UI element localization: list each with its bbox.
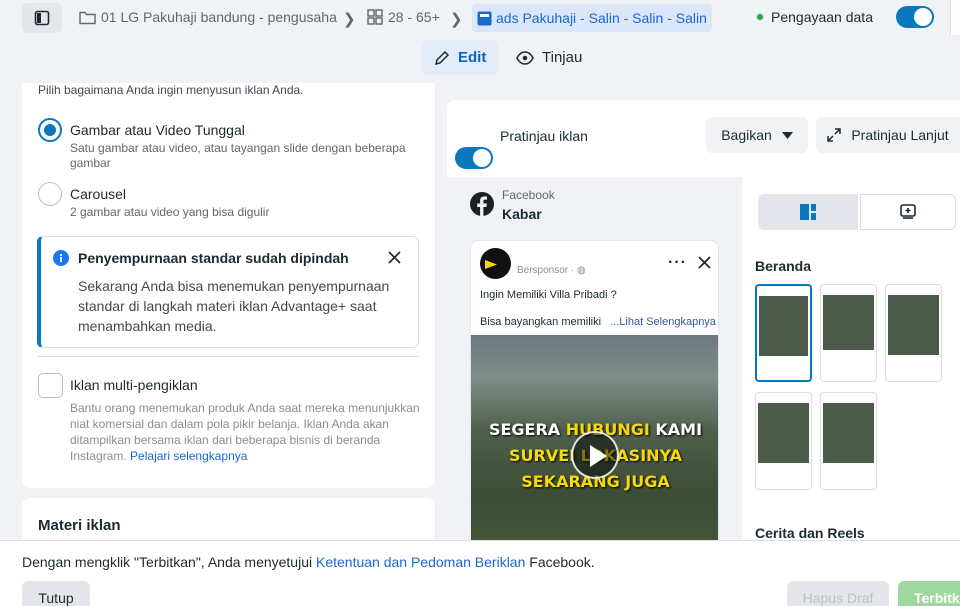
chevron-right-icon: ❯ <box>450 11 463 28</box>
breadcrumb-campaign-label: 01 LG Pakuhaji bandung - pengusaha <box>101 9 337 25</box>
placement-thumbnail[interactable] <box>885 284 942 382</box>
tab-review-label: Tinjau <box>542 49 583 66</box>
more-options-icon[interactable]: ··· <box>668 254 687 272</box>
placement-thumbnail[interactable] <box>820 392 877 490</box>
breadcrumb-ad[interactable]: ads Pakuhaji - Salin - Salin - Salin <box>472 4 712 32</box>
share-button[interactable]: Bagikan <box>706 117 808 153</box>
feeds-section-title: Beranda <box>755 258 812 274</box>
terms-text: Dengan mengklik "Terbitkan", Anda menyet… <box>22 554 595 570</box>
terms-link[interactable]: Ketentuan dan Pedoman Beriklan <box>316 554 525 570</box>
close-icon[interactable] <box>387 250 402 265</box>
advanced-preview-button[interactable]: Pratinjau Lanjut <box>816 117 960 153</box>
preview-toggle[interactable] <box>455 147 493 169</box>
advanced-preview-label: Pratinjau Lanjut <box>851 127 949 143</box>
platform-label: Facebook <box>502 188 555 202</box>
notice-title: Penyempurnaan standar sudah dipindah <box>78 250 349 266</box>
option-carousel-desc: 2 gambar atau video yang bisa digulir <box>70 205 270 219</box>
play-icon[interactable] <box>571 431 619 479</box>
multi-advertiser-desc-block: Bantu orang menemukan produk Anda saat m… <box>70 400 425 464</box>
placement-thumbnail[interactable] <box>755 284 812 382</box>
pencil-icon <box>434 50 450 66</box>
ad-active-toggle[interactable] <box>896 6 934 28</box>
radio-single-image[interactable] <box>38 118 62 142</box>
learn-more-link[interactable]: Pelajari selengkapnya <box>130 449 247 463</box>
folder-icon <box>79 10 96 25</box>
divider <box>38 356 419 357</box>
multi-advertiser-title: Iklan multi-pengiklan <box>70 377 198 393</box>
caret-down-icon <box>781 131 793 139</box>
globe-icon: ◍ <box>577 265 586 276</box>
tab-edit[interactable]: Edit <box>422 40 499 75</box>
multi-advertiser-checkbox[interactable] <box>38 373 63 398</box>
post-body: Bisa bayangkan memiliki ...Lihat Selengk… <box>480 316 716 328</box>
stories-reels-section-title: Cerita dan Reels <box>755 525 865 541</box>
tab-edit-label: Edit <box>458 49 487 66</box>
sidebar-toggle-button[interactable] <box>22 3 62 33</box>
grid-icon <box>367 9 383 25</box>
placement-thumbnail[interactable] <box>820 284 877 382</box>
placement-thumbnail[interactable] <box>755 392 812 490</box>
format-intro-text: Pilih bagaimana Anda ingin menyusun ikla… <box>38 83 304 97</box>
stories-view-button[interactable] <box>860 194 956 230</box>
breadcrumb-campaign[interactable]: 01 LG Pakuhaji bandung - pengusaha <box>79 9 337 25</box>
page-avatar <box>480 248 511 279</box>
stories-icon <box>899 204 917 220</box>
breadcrumb-adset[interactable]: 28 - 65+ <box>367 9 440 25</box>
creative-section-title: Materi iklan <box>38 517 121 534</box>
delete-draft-button[interactable]: Hapus Draf <box>787 581 889 606</box>
eye-icon <box>516 50 534 65</box>
status-dot-icon <box>756 13 764 21</box>
sidebar-panel-icon <box>34 10 50 26</box>
radio-carousel[interactable] <box>38 182 62 206</box>
breadcrumb-adset-label: 28 - 65+ <box>388 9 440 25</box>
sponsored-label: Bersponsor · ◍ <box>517 265 586 276</box>
option-single-desc: Satu gambar atau video, atau tayangan sl… <box>70 141 406 170</box>
post-headline: Ingin Memiliki Villa Pribadi ? <box>480 289 617 301</box>
preview-toggle-label: Pratinjau iklan <box>500 128 588 144</box>
ad-icon <box>477 11 492 26</box>
info-icon <box>53 250 69 266</box>
feed-view-button[interactable] <box>758 194 858 230</box>
expand-icon <box>827 128 842 142</box>
layout-icon <box>800 204 816 220</box>
notice-body: Sekarang Anda bisa menemukan penyempurna… <box>78 278 390 334</box>
publish-button[interactable]: Terbitkan <box>898 581 960 606</box>
option-carousel-title: Carousel <box>70 186 127 202</box>
ad-post-preview: Bersponsor · ◍ ··· Ingin Memiliki Villa … <box>470 240 719 550</box>
chevron-right-icon: ❯ <box>343 11 356 28</box>
data-enrichment-status: Pengayaan data <box>756 9 873 25</box>
right-edge-panel <box>950 0 960 35</box>
status-label: Pengayaan data <box>771 9 873 25</box>
see-more-link[interactable]: ...Lihat Selengkapnya <box>610 316 716 328</box>
option-single-title: Gambar atau Video Tunggal <box>70 122 245 138</box>
ad-video-thumbnail[interactable]: SEGERA HUBUNGI KAMI SURVEI LOKASINYA SEK… <box>471 335 718 549</box>
close-button[interactable]: Tutup <box>22 581 90 606</box>
tab-review[interactable]: Tinjau <box>504 40 594 75</box>
close-icon[interactable] <box>698 256 711 269</box>
share-label: Bagikan <box>721 127 772 143</box>
placement-label: Kabar <box>502 206 542 222</box>
breadcrumb-ad-label: ads Pakuhaji - Salin - Salin - Salin <box>496 10 707 26</box>
facebook-icon <box>470 192 494 216</box>
